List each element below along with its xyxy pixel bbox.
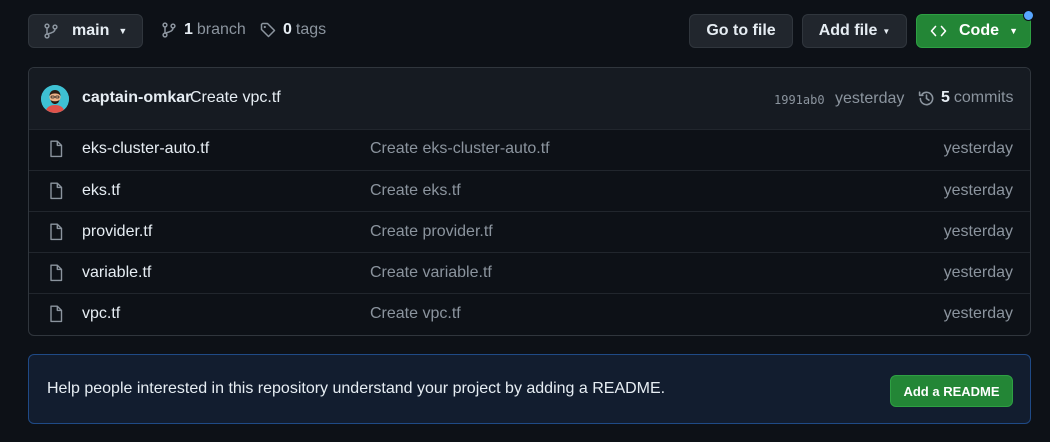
code-button-label: Code xyxy=(959,22,999,39)
commits-count: 5 xyxy=(941,89,950,106)
repo-toolbar: main ▼ 1 branch 0 tags Go to file Add fi… xyxy=(28,10,1034,50)
tags-link[interactable]: 0 tags xyxy=(260,21,326,39)
commit-sha[interactable]: 1991ab0 xyxy=(774,93,825,107)
commit-time: yesterday xyxy=(835,90,905,107)
code-button[interactable]: Code ▼ xyxy=(916,10,1034,48)
file-name[interactable]: variable.tf xyxy=(82,264,151,282)
branches-label: branch xyxy=(196,21,246,38)
go-to-file-label: Go to file xyxy=(706,22,776,39)
tags-label: tags xyxy=(295,21,327,38)
file-row[interactable]: variable.tf Create variable.tf yesterday xyxy=(29,252,1030,293)
file-commit-message[interactable]: Create eks.tf xyxy=(370,182,461,200)
chevron-down-icon: ▼ xyxy=(882,26,891,36)
file-commit-time: yesterday xyxy=(943,264,1013,281)
file-commit-message[interactable]: Create vpc.tf xyxy=(370,305,461,323)
file-commit-time: yesterday xyxy=(943,182,1013,199)
branches-link[interactable]: 1 branch xyxy=(161,21,246,39)
file-row[interactable]: vpc.tf Create vpc.tf yesterday xyxy=(29,293,1030,334)
file-listing: captain-omkar Create vpc.tf 1991ab0 yest… xyxy=(28,67,1031,336)
file-name[interactable]: eks-cluster-auto.tf xyxy=(82,140,209,158)
file-icon xyxy=(50,140,63,158)
file-commit-message[interactable]: Create eks-cluster-auto.tf xyxy=(370,140,550,158)
file-commit-message[interactable]: Create provider.tf xyxy=(370,223,493,241)
readme-banner-text: Help people interested in this repositor… xyxy=(47,380,666,397)
file-row[interactable]: provider.tf Create provider.tf yesterday xyxy=(29,211,1030,252)
commits-label: commits xyxy=(953,89,1014,106)
latest-commit-bar: captain-omkar Create vpc.tf 1991ab0 yest… xyxy=(29,68,1030,130)
history-icon xyxy=(918,90,934,105)
add-file-button[interactable]: Add file ▼ xyxy=(802,14,907,48)
avatar[interactable] xyxy=(41,85,69,113)
repo-code-page: main ▼ 1 branch 0 tags Go to file Add fi… xyxy=(0,0,1050,442)
user-avatar-icon xyxy=(41,85,69,113)
notification-dot xyxy=(1023,10,1034,21)
commit-author[interactable]: captain-omkar xyxy=(82,89,191,107)
file-name[interactable]: eks.tf xyxy=(82,182,120,200)
file-commit-message[interactable]: Create variable.tf xyxy=(370,264,492,282)
file-row[interactable]: eks-cluster-auto.tf Create eks-cluster-a… xyxy=(29,129,1030,170)
tags-count: 0 xyxy=(283,21,292,38)
file-icon xyxy=(50,182,63,200)
tag-icon xyxy=(260,22,276,38)
code-icon xyxy=(930,25,947,37)
branch-selector-label: main xyxy=(72,22,110,39)
git-branch-icon xyxy=(44,23,58,39)
branch-selector-button[interactable]: main ▼ xyxy=(28,14,143,48)
file-name[interactable]: provider.tf xyxy=(82,223,152,241)
file-icon xyxy=(50,305,63,323)
branches-count: 1 xyxy=(184,21,193,38)
file-rows: eks-cluster-auto.tf Create eks-cluster-a… xyxy=(29,129,1030,334)
readme-banner: Help people interested in this repositor… xyxy=(28,354,1031,424)
file-row[interactable]: eks.tf Create eks.tf yesterday xyxy=(29,170,1030,211)
add-readme-button[interactable]: Add a README xyxy=(890,375,1013,407)
file-icon xyxy=(50,264,63,282)
file-commit-time: yesterday xyxy=(943,140,1013,157)
commits-history-link[interactable]: 5 commits xyxy=(918,89,1013,107)
file-commit-time: yesterday xyxy=(943,223,1013,240)
file-icon xyxy=(50,223,63,241)
git-branch-icon xyxy=(162,22,176,38)
file-commit-time: yesterday xyxy=(943,305,1013,322)
commit-message[interactable]: Create vpc.tf xyxy=(190,89,281,107)
file-name[interactable]: vpc.tf xyxy=(82,305,120,323)
chevron-down-icon: ▼ xyxy=(1009,26,1018,36)
go-to-file-button[interactable]: Go to file xyxy=(689,14,793,48)
chevron-down-icon: ▼ xyxy=(118,26,128,36)
add-file-label: Add file xyxy=(818,22,878,39)
